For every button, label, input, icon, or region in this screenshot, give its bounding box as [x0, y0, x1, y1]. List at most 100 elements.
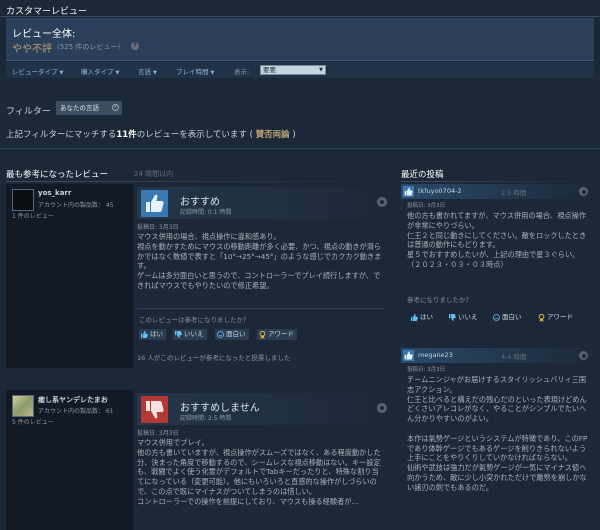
thumbs-down-icon — [175, 331, 182, 338]
helpful-reviews-title: 最も参考になったレビュー — [6, 170, 109, 180]
filter-chip-label: あなたの言語 — [60, 104, 99, 112]
author-product-count[interactable]: アカウント内の製品数： 45 — [38, 200, 114, 209]
recent-post-user[interactable]: megane23 — [418, 351, 453, 359]
funny-label: 面白い — [502, 313, 522, 321]
display-label: 表示: — [234, 68, 250, 76]
section-underline — [6, 181, 390, 182]
thumbs-up-icon — [403, 350, 414, 361]
help-icon[interactable]: ? — [131, 42, 139, 50]
chevron-down-icon: ▼ — [210, 70, 215, 76]
filter-playtime[interactable]: プレイ時間 ▼ — [176, 66, 214, 76]
recent-post-card: tkfuyo0704-2 2.5 時間 投稿日: 3月3日 他の方も書かれてます… — [401, 184, 594, 333]
section-divider — [0, 148, 600, 149]
match-summary: 上記フィルターにマッチする11件のレビューを表示しています ( 賛否両論 ) — [6, 128, 296, 140]
recent-posts-title: 最近の投稿 — [401, 170, 444, 180]
filter-chip-language[interactable]: あなたの言語 × — [56, 101, 122, 115]
helpful-count: 16 人がこのレビューが参考になったと投票しました — [137, 354, 291, 362]
helpful-reviews-timeframe: 24 時間以内 — [134, 170, 174, 178]
award-icon — [538, 313, 545, 322]
author-name[interactable]: 癒し系ヤンデレたまお — [38, 395, 108, 405]
vote-header[interactable]: おすすめ 記録時間: 0.1 時間 — [137, 187, 390, 219]
thumbs-up-icon — [411, 314, 418, 321]
match-mid: のレビューを表示しています ( — [136, 130, 253, 140]
section-underline — [401, 181, 594, 182]
review-card: 癒し系ヤンデレたまお アカウント内の製品数： 61 5 件のレビュー おすすめし… — [6, 390, 390, 530]
chevron-down-icon: ▼ — [59, 70, 64, 76]
review-text: マウス併用の場合、視点操作に違和感あり。 視点を動かすためにマウスの移動距離が多… — [137, 232, 382, 290]
summary-label: レビュー全体: — [12, 29, 76, 40]
summary-count: (525 件のレビュー) — [57, 43, 121, 51]
yes-label: はい — [420, 313, 433, 321]
recent-post-header[interactable]: tkfuyo0704-2 2.5 時間 — [401, 184, 594, 199]
recent-post-text: チームニンジャがお届けするスタイリッシュバリィ三国志アクション。 仁王と比べると… — [407, 375, 588, 492]
chevron-down-icon: ▼ — [319, 67, 323, 73]
playtime-label: 記録時間: 0.1 時間 — [180, 209, 232, 216]
steam-icon — [377, 197, 387, 207]
funny-button[interactable]: 面白い — [215, 329, 249, 340]
thumbs-up-icon — [403, 186, 414, 197]
award-label: アワード — [547, 313, 573, 321]
thumbs-up-icon — [141, 331, 148, 338]
filter-bar: レビュータイプ ▼ 購入タイプ ▼ 言語 ▼ プレイ時間 ▼ 表示: 要要 ▼ — [6, 62, 594, 78]
recent-post-card: megane23 4.4 時間 投稿日: 3月3日 チームニンジャがお届けするス… — [401, 348, 594, 530]
smiley-icon — [493, 314, 500, 321]
yes-button[interactable]: はい — [139, 329, 166, 340]
author-product-count[interactable]: アカウント内の製品数： 61 — [38, 406, 114, 415]
no-label: いいえ — [458, 313, 478, 321]
chevron-down-icon: ▼ — [153, 70, 157, 76]
author-panel: 癒し系ヤンデレたまお アカウント内の製品数： 61 5 件のレビュー — [6, 390, 133, 530]
yes-button[interactable]: はい — [411, 312, 433, 323]
display-select[interactable]: 要要 ▼ — [260, 65, 326, 75]
avatar[interactable] — [12, 189, 34, 211]
avatar[interactable] — [12, 395, 34, 417]
recent-post-date: 投稿日: 3月3日 — [407, 203, 446, 209]
smiley-icon — [217, 331, 224, 338]
award-icon — [259, 330, 266, 339]
posted-date: 投稿日: 3月3日 — [137, 430, 179, 437]
vote-header[interactable]: おすすめしません 記録時間: 2.5 時間 — [137, 393, 390, 425]
yes-label: はい — [150, 330, 163, 338]
recent-post-hours: 4.4 時間 — [501, 353, 527, 361]
author-review-count[interactable]: 5 件のレビュー — [12, 417, 54, 426]
review-body: おすすめしません 記録時間: 2.5 時間 投稿日: 3月3日 マウス併用でプレ… — [133, 390, 390, 530]
recommendation-label: おすすめしません — [180, 403, 260, 414]
thumbs-down-icon — [449, 314, 456, 321]
author-panel: yos_karr アカウント内の製品数： 45 1 件のレビュー — [6, 184, 133, 368]
review-card: yos_karr アカウント内の製品数： 45 1 件のレビュー おすすめ 記録… — [6, 184, 390, 368]
filter-purchase-type[interactable]: 購入タイプ ▼ — [81, 66, 119, 76]
filter-label: フィルター — [6, 107, 51, 117]
filter-language[interactable]: 言語 ▼ — [138, 66, 157, 76]
review-text: マウス併用でプレイ。 他の方も書いていますが、視点操作がスムーズではなく、ある程… — [137, 438, 381, 506]
steam-icon — [377, 403, 387, 413]
playtime-label: 記録時間: 2.5 時間 — [180, 415, 232, 422]
close-icon[interactable]: × — [112, 104, 119, 111]
chevron-down-icon: ▼ — [115, 70, 120, 76]
recent-post-date: 投稿日: 3月3日 — [407, 367, 446, 373]
recent-post-user[interactable]: tkfuyo0704-2 — [418, 187, 462, 195]
filter-review-type[interactable]: レビュータイプ ▼ — [12, 66, 63, 76]
author-name[interactable]: yos_karr — [38, 189, 71, 197]
award-label: アワード — [268, 330, 294, 338]
funny-label: 面白い — [226, 330, 246, 338]
award-button[interactable]: アワード — [538, 312, 573, 323]
funny-button[interactable]: 面白い — [493, 312, 522, 323]
match-prefix: 上記フィルターにマッチする — [6, 130, 117, 140]
recent-post-header[interactable]: megane23 4.4 時間 — [401, 348, 594, 363]
recent-post-text: 他の方も書かれてますが、マウス併用の場合、視点操作が非常にやりづらい。 仁王２と… — [407, 211, 587, 269]
match-suffix: ) — [292, 130, 296, 140]
review-summary: レビュー全体: やや不評 (525 件のレビュー) ? — [6, 18, 594, 61]
thumbs-up-icon — [141, 190, 168, 217]
helpful-question: このレビューは参考になりましたか？ — [139, 316, 250, 324]
no-button[interactable]: いいえ — [173, 329, 207, 340]
no-button[interactable]: いいえ — [449, 312, 478, 323]
award-button[interactable]: アワード — [257, 329, 297, 340]
recommendation-label: おすすめ — [180, 197, 220, 208]
steam-icon — [579, 351, 588, 360]
author-review-count[interactable]: 1 件のレビュー — [12, 211, 54, 220]
steam-icon — [579, 187, 588, 196]
posted-date: 投稿日: 3月3日 — [137, 224, 179, 231]
summary-score[interactable]: やや不評 — [12, 40, 52, 55]
match-rating[interactable]: 賛否両論 — [256, 130, 290, 140]
review-body: おすすめ 記録時間: 0.1 時間 投稿日: 3月3日 マウス併用の場合、視点操… — [133, 184, 390, 368]
filter-purchase-type-label: 購入タイプ — [81, 68, 114, 76]
